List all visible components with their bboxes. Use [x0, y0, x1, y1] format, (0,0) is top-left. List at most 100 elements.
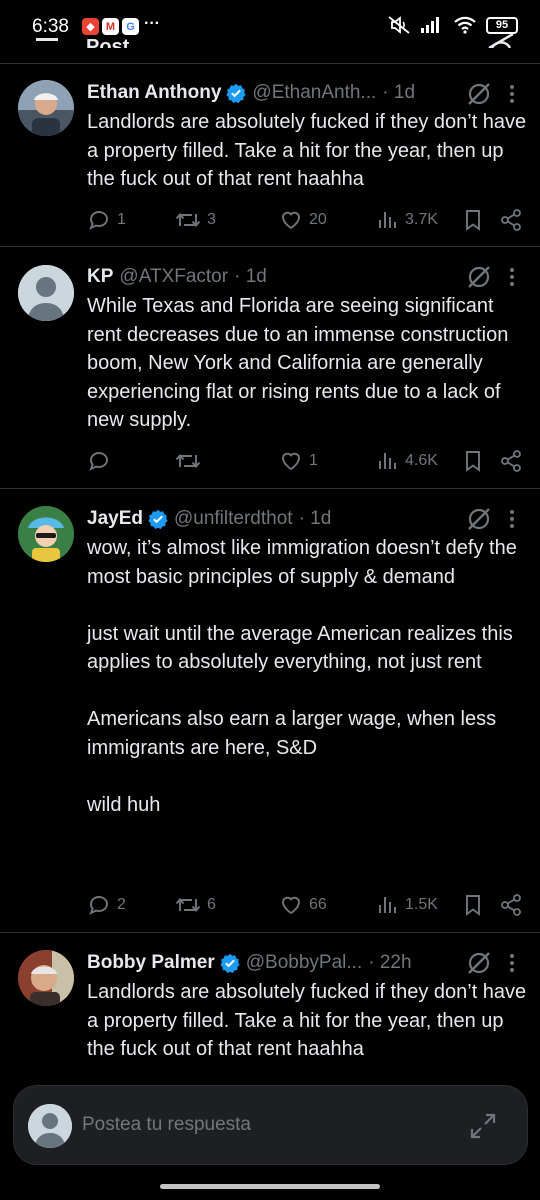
status-right: 95 — [387, 15, 518, 35]
mute-icon — [388, 16, 410, 34]
more-notifications: ··· — [144, 14, 160, 32]
timestamp[interactable]: · 1d — [382, 82, 415, 104]
reply-composer[interactable] — [13, 1085, 528, 1165]
timestamp[interactable]: · 22h — [368, 952, 411, 974]
heart-icon — [282, 452, 300, 471]
tweet-actions: 1 4.6K — [87, 448, 527, 474]
gmail-icon: M — [102, 18, 119, 35]
share-icon[interactable] — [499, 449, 523, 473]
notification-icons: ◆ M G ··· — [82, 14, 160, 35]
more-options-icon[interactable] — [504, 82, 520, 106]
handle[interactable]: @BobbyPal... — [246, 952, 362, 974]
views-icon — [379, 453, 396, 469]
repost-icon — [175, 213, 201, 227]
grok-icon[interactable] — [486, 34, 516, 48]
tweet-reply[interactable]: KP @ATXFactor · 1d While Texas and Flori… — [0, 247, 540, 488]
tweet-actions: 2 6 66 1.5K — [87, 892, 527, 918]
reply-button[interactable] — [87, 448, 117, 474]
grok-icon[interactable] — [466, 264, 492, 290]
timestamp[interactable]: · 1d — [299, 508, 332, 530]
back-arrow-icon[interactable] — [36, 38, 58, 41]
display-name[interactable]: JayEd — [87, 508, 143, 530]
home-indicator[interactable] — [160, 1184, 380, 1189]
views-count: 3.7K — [405, 211, 438, 228]
avatar[interactable] — [18, 265, 74, 321]
battery-indicator: 95 — [486, 16, 518, 34]
repost-button[interactable]: 6 — [175, 892, 216, 918]
google-icon: G — [122, 18, 139, 35]
like-count: 1 — [309, 452, 318, 469]
verified-badge-icon — [226, 83, 247, 103]
like-button[interactable]: 1 — [279, 448, 318, 474]
verified-badge-icon — [220, 953, 240, 973]
reply-icon — [89, 452, 108, 471]
heart-icon — [282, 211, 300, 230]
like-button[interactable]: 20 — [279, 207, 327, 233]
signal-icon — [421, 17, 439, 33]
reply-icon — [89, 896, 108, 915]
grok-icon[interactable] — [466, 506, 492, 532]
tweet-header: Bobby Palmer @BobbyPal... · 22h — [87, 948, 482, 978]
shopee-icon: ◆ — [82, 18, 99, 35]
views-icon — [379, 897, 396, 913]
reply-button[interactable]: 1 — [87, 207, 126, 233]
like-button[interactable]: 66 — [279, 892, 327, 918]
bookmark-icon[interactable] — [463, 893, 483, 917]
avatar[interactable] — [18, 950, 74, 1006]
tweet-text: Landlords are absolutely fucked if they … — [87, 981, 532, 1060]
like-count: 66 — [309, 896, 327, 913]
display-name[interactable]: KP — [87, 266, 113, 288]
share-icon[interactable] — [499, 893, 523, 917]
bookmark-icon[interactable] — [463, 208, 483, 232]
verified-badge-icon — [148, 509, 168, 529]
repost-icon — [175, 898, 201, 912]
reply-icon — [89, 211, 108, 230]
grok-icon[interactable] — [466, 950, 492, 976]
views-count: 1.5K — [405, 896, 438, 913]
repost-icon — [175, 454, 201, 468]
display-name[interactable]: Ethan Anthony — [87, 82, 221, 104]
bookmark-icon[interactable] — [463, 449, 483, 473]
repost-count: 3 — [207, 211, 216, 228]
views-button[interactable]: 3.7K — [377, 207, 438, 233]
views-button[interactable]: 4.6K — [377, 448, 438, 474]
like-count: 20 — [309, 211, 327, 228]
display-name[interactable]: Bobby Palmer — [87, 952, 215, 974]
more-options-icon[interactable] — [504, 507, 520, 531]
tweet-header: Ethan Anthony @EthanAnth... · 1d — [87, 78, 482, 108]
more-options-icon[interactable] — [504, 265, 520, 289]
tweet-text: wow, it’s almost like immigration doesn’… — [87, 537, 517, 816]
avatar[interactable] — [28, 1104, 72, 1148]
wifi-icon — [454, 16, 476, 34]
tweet-text: While Texas and Florida are seeing signi… — [87, 295, 514, 431]
reply-button[interactable]: 2 — [87, 892, 126, 918]
timestamp[interactable]: · 1d — [234, 266, 267, 288]
tweet-text: Landlords are absolutely fucked if they … — [87, 111, 532, 190]
tweet-reply[interactable]: Bobby Palmer @BobbyPal... · 22h Landlord… — [0, 933, 540, 1083]
tweet-actions: 1 3 20 3.7K — [87, 207, 527, 233]
post-header: Post — [36, 34, 516, 48]
repost-button[interactable]: 3 — [175, 207, 216, 233]
views-count: 4.6K — [405, 452, 438, 469]
tweet-header: JayEd @unfilterdthot · 1d — [87, 504, 482, 534]
more-options-icon[interactable] — [504, 951, 520, 975]
repost-button[interactable] — [175, 448, 207, 474]
share-icon[interactable] — [499, 208, 523, 232]
handle[interactable]: @EthanAnth... — [252, 82, 376, 104]
page-title: Post — [86, 36, 130, 48]
handle[interactable]: @ATXFactor — [119, 266, 228, 288]
views-icon — [379, 212, 396, 228]
expand-icon[interactable] — [469, 1112, 497, 1140]
heart-icon — [282, 896, 300, 915]
tweet-reply[interactable]: Ethan Anthony @EthanAnth... · 1d Landlor… — [0, 64, 540, 246]
tweet-reply[interactable]: JayEd @unfilterdthot · 1d wow, it’s almo… — [0, 489, 540, 932]
repost-count: 6 — [207, 896, 216, 913]
avatar[interactable] — [18, 80, 74, 136]
views-button[interactable]: 1.5K — [377, 892, 438, 918]
reply-count: 1 — [117, 211, 126, 228]
avatar[interactable] — [18, 506, 74, 562]
reply-input[interactable] — [82, 1114, 442, 1136]
handle[interactable]: @unfilterdthot — [174, 508, 293, 530]
grok-icon[interactable] — [466, 81, 492, 107]
tweet-header: KP @ATXFactor · 1d — [87, 262, 482, 292]
